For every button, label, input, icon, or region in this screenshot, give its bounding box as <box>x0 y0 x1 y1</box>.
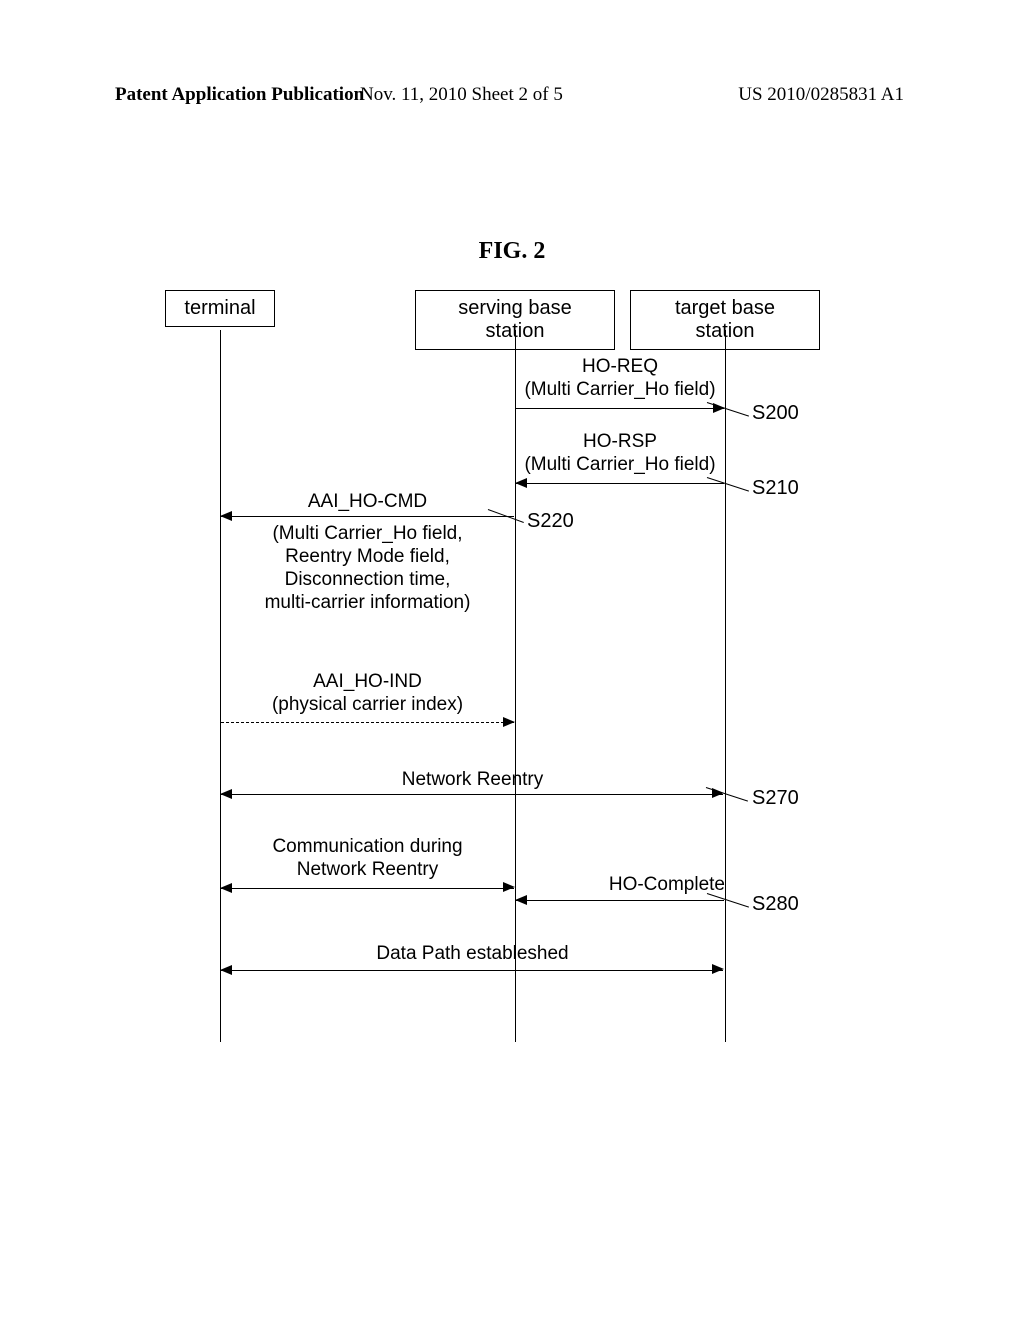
msg-ho-complete: HO-Complete <box>515 873 731 896</box>
msg-comm-line1: Communication during <box>220 835 515 858</box>
figure-title: FIG. 2 <box>0 238 1024 265</box>
arrow-ho-req <box>516 408 724 409</box>
actor-terminal: terminal <box>165 290 275 327</box>
msg-ho-cmd-title: AAI_HO-CMD <box>220 490 515 513</box>
arrow-data-path-l <box>221 970 723 971</box>
leader-s210 <box>707 477 749 492</box>
page: Patent Application Publication Nov. 11, … <box>0 0 1024 1320</box>
arrow-ho-complete <box>516 900 724 901</box>
msg-ho-cmd-line3: Disconnection time, <box>220 568 515 591</box>
msg-ho-req-title: HO-REQ <box>515 355 725 378</box>
msg-ho-ind-sub: (physical carrier index) <box>220 693 515 716</box>
msg-ho-req-sub: (Multi Carrier_Ho field) <box>515 378 725 401</box>
actor-terminal-label: terminal <box>184 297 255 319</box>
msg-ho-cmd-line1: (Multi Carrier_Ho field, <box>220 522 515 545</box>
msg-ho-rsp: HO-RSP (Multi Carrier_Ho field) <box>515 430 725 476</box>
msg-data-path: Data Path estableshed <box>220 942 725 965</box>
header-mid: Nov. 11, 2010 Sheet 2 of 5 <box>360 84 563 106</box>
arrow-ho-rsp <box>516 483 724 484</box>
step-s200: S200 <box>752 402 799 425</box>
msg-comm-during: Communication during Network Reentry <box>220 835 515 881</box>
msg-ho-rsp-title: HO-RSP <box>515 430 725 453</box>
sequence-diagram: terminal serving base station target bas… <box>170 290 870 1040</box>
msg-ho-cmd-body: (Multi Carrier_Ho field, Reentry Mode fi… <box>220 522 515 614</box>
msg-ho-ind: AAI_HO-IND (physical carrier index) <box>220 670 515 716</box>
step-s270: S270 <box>752 787 799 810</box>
arrow-ho-cmd <box>221 516 514 517</box>
msg-ho-cmd-line2: Reentry Mode field, <box>220 545 515 568</box>
lifeline-target <box>725 330 726 1042</box>
step-s210: S210 <box>752 477 799 500</box>
header-left: Patent Application Publication <box>115 84 364 106</box>
msg-ho-rsp-sub: (Multi Carrier_Ho field) <box>515 453 725 476</box>
step-s220: S220 <box>527 510 574 533</box>
arrow-ho-ind <box>221 722 514 723</box>
header-right: US 2010/0285831 A1 <box>738 84 904 106</box>
msg-ho-cmd-line4: multi-carrier information) <box>220 591 515 614</box>
arrow-comm-l <box>221 888 514 889</box>
msg-comm-line2: Network Reentry <box>220 858 515 881</box>
msg-network-reentry: Network Reentry <box>220 768 725 791</box>
arrow-network-reentry-l <box>221 794 723 795</box>
msg-ho-req: HO-REQ (Multi Carrier_Ho field) <box>515 355 725 401</box>
msg-ho-ind-title: AAI_HO-IND <box>220 670 515 693</box>
step-s280: S280 <box>752 893 799 916</box>
